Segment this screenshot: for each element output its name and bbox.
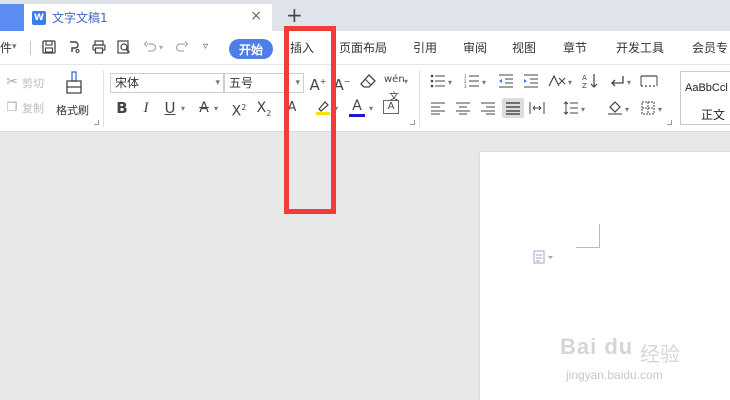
chinese-layout-icon[interactable] xyxy=(548,74,566,93)
document-tab[interactable]: W 文字文稿1 × xyxy=(24,4,272,31)
font-name-select[interactable]: 宋体 ▾ xyxy=(110,73,224,93)
chevron-down-icon[interactable]: ▾ xyxy=(404,77,408,86)
align-right-icon[interactable] xyxy=(480,101,496,120)
redo-icon[interactable] xyxy=(174,40,190,56)
margin-corner-marker xyxy=(576,224,600,248)
italic-icon[interactable]: I xyxy=(139,99,153,117)
tab-page-layout[interactable]: 页面布局 xyxy=(339,39,387,56)
shading-icon[interactable] xyxy=(607,101,623,120)
bullets-icon[interactable] xyxy=(430,74,446,93)
chevron-down-icon: ▾ xyxy=(215,78,220,88)
convert-icon[interactable] xyxy=(66,40,82,56)
menu-bar: 件 ▾ ▾ ▿ 开始 插入 页面布局 引用 审阅 视图 章节 开发工具 会员专 xyxy=(0,31,730,65)
chevron-down-icon[interactable]: ▾ xyxy=(369,104,373,113)
borders-icon[interactable] xyxy=(640,101,656,120)
watermark-url: jingyan.baidu.com xyxy=(566,368,663,382)
chevron-down-icon[interactable]: ▾ xyxy=(627,78,631,87)
divider xyxy=(30,41,31,55)
undo-icon[interactable] xyxy=(142,40,158,56)
format-painter-icon[interactable] xyxy=(62,71,86,100)
chevron-down-icon[interactable]: ▾ xyxy=(658,105,662,114)
word-doc-icon: W xyxy=(32,10,46,25)
table-tools-icon[interactable] xyxy=(640,74,658,93)
undo-dropdown-icon[interactable]: ▾ xyxy=(159,43,163,52)
bold-icon[interactable]: B xyxy=(114,99,130,117)
paste-options-icon[interactable] xyxy=(533,250,555,267)
underline-icon[interactable]: U xyxy=(162,99,178,117)
character-border-icon[interactable]: A xyxy=(383,100,399,114)
justify-icon[interactable] xyxy=(502,98,524,118)
tab-references[interactable]: 引用 xyxy=(413,39,437,56)
distributed-icon[interactable] xyxy=(529,101,545,120)
decrease-indent-icon[interactable] xyxy=(498,74,514,93)
jingyan-watermark: 经验 xyxy=(640,342,680,366)
svg-text:3: 3 xyxy=(464,84,467,88)
svg-text:A: A xyxy=(582,74,587,82)
chevron-down-icon[interactable]: ▾ xyxy=(568,78,572,87)
scissors-icon[interactable]: ✂ xyxy=(4,73,20,91)
cut-button[interactable]: 剪切 xyxy=(22,75,44,91)
tab-section[interactable]: 章节 xyxy=(563,39,587,56)
tab-view[interactable]: 视图 xyxy=(512,39,536,56)
save-icon[interactable] xyxy=(41,40,57,56)
tab-membership[interactable]: 会员专 xyxy=(692,39,728,56)
new-tab-button[interactable]: + xyxy=(286,4,303,26)
file-menu-fragment[interactable]: 件 xyxy=(0,39,12,56)
tab-home[interactable]: 开始 xyxy=(229,39,273,59)
align-center-icon[interactable] xyxy=(455,101,471,120)
tab-review[interactable]: 审阅 xyxy=(463,39,487,56)
style-name: 正文 xyxy=(701,108,726,122)
ribbon-home: ✂ 剪切 ❐ 复制 格式刷 宋体 ▾ 五号 ▾ A+ A− wén 文 ▾ B I… xyxy=(0,65,730,132)
print-icon[interactable] xyxy=(91,40,107,56)
clipboard-dialog-launcher[interactable] xyxy=(94,120,99,125)
strikethrough-icon[interactable]: A xyxy=(196,99,212,117)
paragraph-dialog-launcher[interactable] xyxy=(667,120,672,125)
increase-indent-icon[interactable] xyxy=(523,74,539,93)
show-marks-icon[interactable] xyxy=(609,74,625,93)
superscript-icon[interactable]: X2 xyxy=(229,99,249,121)
chevron-down-icon[interactable]: ▾ xyxy=(625,105,629,114)
document-page[interactable] xyxy=(480,152,730,400)
divider xyxy=(419,71,420,127)
line-spacing-icon[interactable] xyxy=(563,101,579,120)
font-size-value: 五号 xyxy=(229,76,254,90)
format-painter-button[interactable]: 格式刷 xyxy=(56,102,89,118)
align-left-icon[interactable] xyxy=(430,101,446,120)
copy-icon[interactable]: ❐ xyxy=(4,98,20,116)
divider xyxy=(103,71,104,127)
tab-developer[interactable]: 开发工具 xyxy=(616,39,664,56)
chevron-down-icon[interactable]: ▾ xyxy=(482,78,486,87)
close-icon[interactable]: × xyxy=(250,8,262,24)
document-title: 文字文稿1 xyxy=(52,11,108,25)
baidu-logo-watermark: Bai du xyxy=(560,334,634,359)
home-tab-accent[interactable] xyxy=(0,4,24,31)
numbering-icon[interactable]: 123 xyxy=(464,74,480,93)
svg-text:Z: Z xyxy=(582,82,587,89)
copy-button[interactable]: 复制 xyxy=(22,100,44,116)
font-color-icon[interactable]: A xyxy=(349,98,365,117)
sort-icon[interactable]: AZ xyxy=(582,73,598,94)
chevron-down-icon[interactable]: ▾ xyxy=(214,104,218,113)
chevron-down-icon[interactable]: ▾ xyxy=(581,105,585,114)
customize-quick-access-icon[interactable]: ▿ xyxy=(203,41,208,52)
font-name-value: 宋体 xyxy=(115,76,140,90)
chevron-down-icon[interactable]: ▾ xyxy=(181,104,185,113)
annotation-highlight-box xyxy=(284,26,336,214)
print-preview-icon[interactable] xyxy=(116,40,132,56)
subscript-icon[interactable]: X2 xyxy=(254,99,274,123)
font-dialog-launcher[interactable] xyxy=(410,120,415,125)
style-normal[interactable]: AaBbCcl 正文 xyxy=(680,71,730,125)
eraser-icon[interactable] xyxy=(359,74,377,93)
style-preview: AaBbCcl xyxy=(685,82,728,94)
chevron-down-icon[interactable]: ▾ xyxy=(12,42,17,52)
chevron-down-icon[interactable]: ▾ xyxy=(448,78,452,87)
tab-bar: W 文字文稿1 × + xyxy=(0,0,730,31)
